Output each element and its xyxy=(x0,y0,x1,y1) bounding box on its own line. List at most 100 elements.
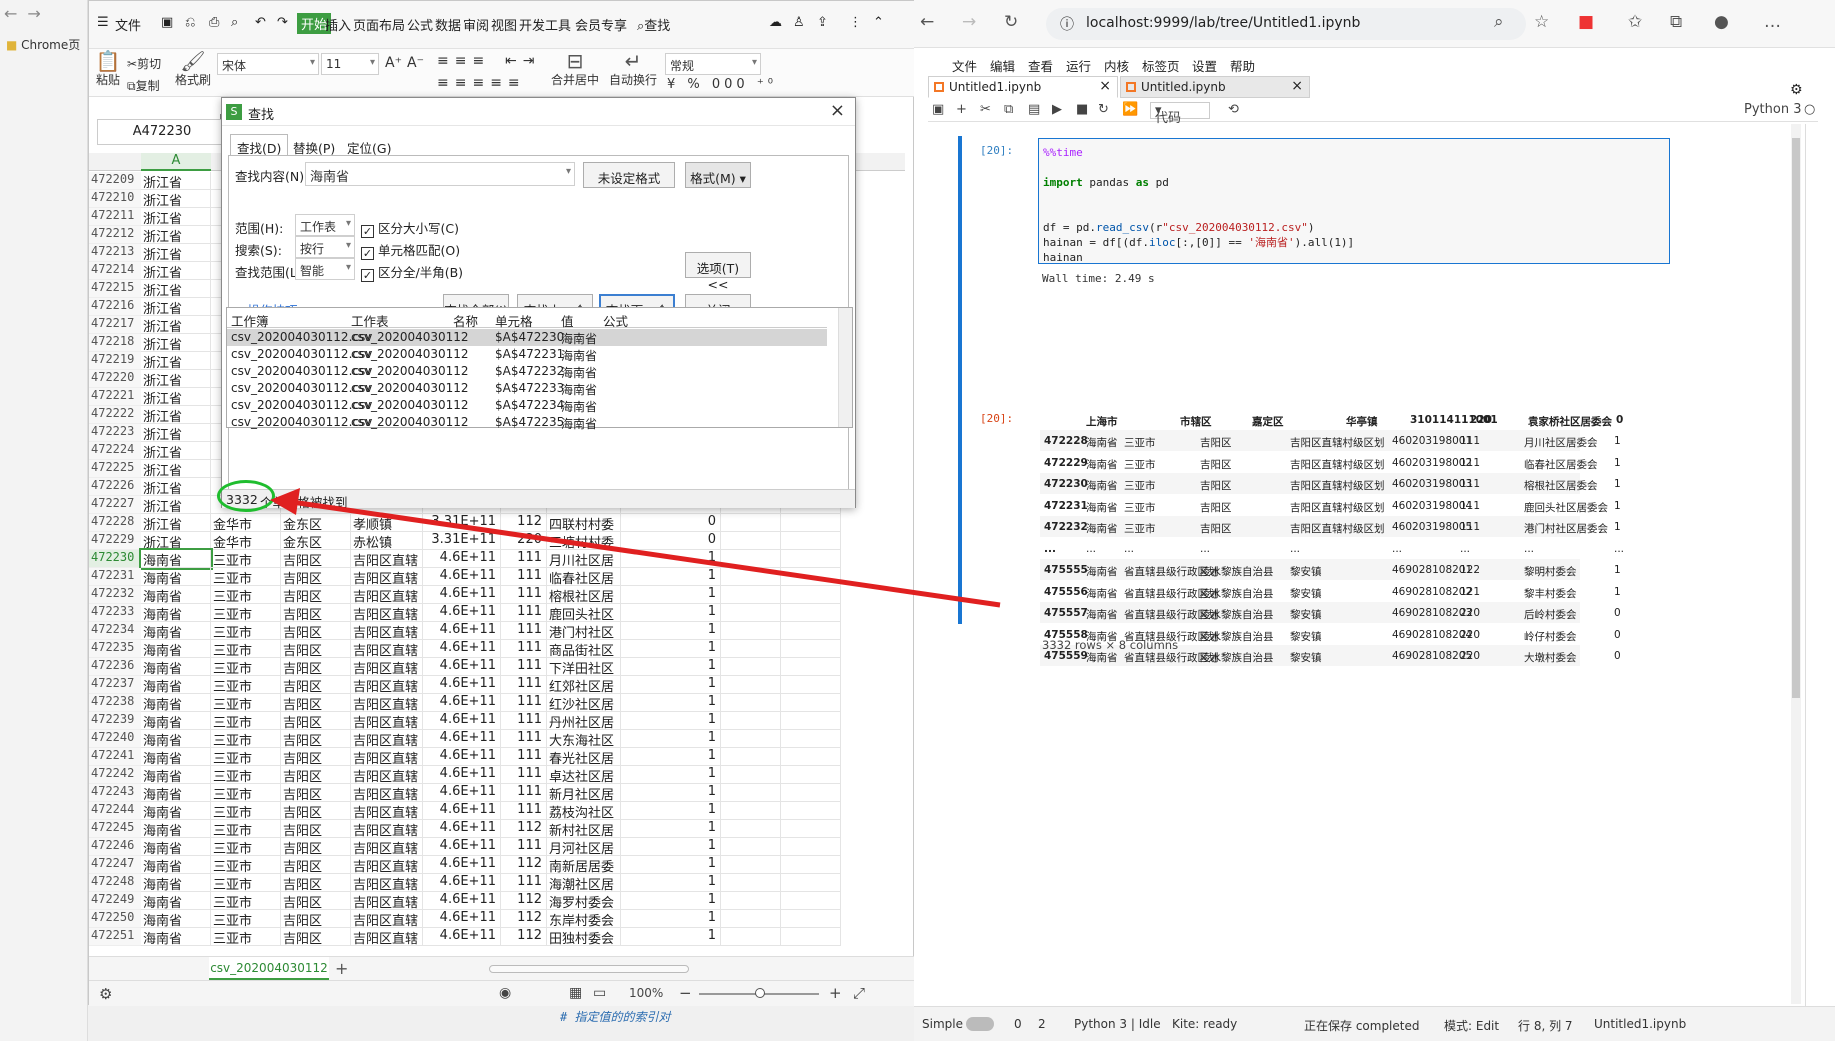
cell-c[interactable]: 吉阳区 xyxy=(281,928,351,946)
cell-f[interactable]: 111 xyxy=(501,550,547,568)
cell-d[interactable]: 吉阳区直辖 xyxy=(351,748,423,766)
cell-h[interactable]: 1 xyxy=(621,802,721,820)
cell-d[interactable]: 吉阳区直辖 xyxy=(351,910,423,928)
cell-j[interactable] xyxy=(781,532,841,550)
cell-a[interactable]: 浙江省 xyxy=(141,280,211,298)
cell-a[interactable]: 浙江省 xyxy=(141,496,211,514)
cell-d[interactable]: 吉阳区直辖 xyxy=(351,928,423,946)
cell-a[interactable]: 海南省 xyxy=(141,802,211,820)
cell-a[interactable]: 浙江省 xyxy=(141,298,211,316)
cell-a[interactable]: 海南省 xyxy=(141,784,211,802)
cell-b[interactable]: 三亚市 xyxy=(211,622,281,640)
cloud-icon[interactable]: ☁ xyxy=(769,15,782,30)
cell-i[interactable] xyxy=(721,586,781,604)
cell-b[interactable]: 三亚市 xyxy=(211,928,281,946)
cell-e[interactable]: 4.6E+11 xyxy=(423,622,501,640)
cell-b[interactable]: 三亚市 xyxy=(211,640,281,658)
cell-b[interactable]: 三亚市 xyxy=(211,604,281,622)
cell-b[interactable]: 三亚市 xyxy=(211,802,281,820)
cell-j[interactable] xyxy=(781,838,841,856)
row-number[interactable]: 472210 xyxy=(89,190,141,208)
cell-b[interactable]: 三亚市 xyxy=(211,586,281,604)
zoom-slider-thumb[interactable] xyxy=(755,988,765,998)
cell-g[interactable]: 商品街社区 xyxy=(547,640,621,658)
simple-mode-toggle[interactable] xyxy=(966,1017,994,1031)
cell-g[interactable]: 四联村村委 xyxy=(547,514,621,532)
tab-find[interactable]: 查找(D) xyxy=(230,134,289,156)
paste-button[interactable]: 📋 粘贴 xyxy=(91,49,125,88)
cell-e[interactable]: 4.6E+11 xyxy=(423,694,501,712)
cell-g[interactable]: 海潮社区居 xyxy=(547,874,621,892)
row-number[interactable]: 472239 xyxy=(89,712,141,730)
cell-e[interactable]: 4.6E+11 xyxy=(423,766,501,784)
jmenu-view[interactable]: 查看 xyxy=(1028,56,1053,75)
cell-e[interactable]: 4.6E+11 xyxy=(423,856,501,874)
zoom-icon[interactable]: ⌕ xyxy=(1494,12,1504,32)
cell-f[interactable]: 220 xyxy=(501,532,547,550)
cell-a[interactable]: 海南省 xyxy=(141,928,211,946)
cell-f[interactable]: 112 xyxy=(501,910,547,928)
cut-button[interactable]: ✂剪切 xyxy=(127,55,161,72)
cell-a[interactable]: 浙江省 xyxy=(141,514,211,532)
row-number[interactable]: 472229 xyxy=(89,532,141,550)
cell-d[interactable]: 吉阳区直辖 xyxy=(351,874,423,892)
cell-e[interactable]: 4.6E+11 xyxy=(423,910,501,928)
cell-j[interactable] xyxy=(781,820,841,838)
zoom-level[interactable]: 100% xyxy=(629,986,663,1000)
cell-a[interactable]: 海南省 xyxy=(141,676,211,694)
git-icon[interactable]: ⟲ xyxy=(1228,102,1239,117)
cell-e[interactable]: 4.6E+11 xyxy=(423,784,501,802)
cell-a[interactable]: 浙江省 xyxy=(141,334,211,352)
cell-c[interactable]: 吉阳区 xyxy=(281,910,351,928)
cell-c[interactable]: 吉阳区 xyxy=(281,856,351,874)
row-number[interactable]: 472232 xyxy=(89,586,141,604)
cell-a[interactable]: 浙江省 xyxy=(141,460,211,478)
cell-i[interactable] xyxy=(721,766,781,784)
cell-h[interactable]: 1 xyxy=(621,838,721,856)
row-number[interactable]: 472228 xyxy=(89,514,141,532)
jmenu-edit[interactable]: 编辑 xyxy=(990,56,1015,75)
cell-f[interactable]: 111 xyxy=(501,748,547,766)
cell-c[interactable]: 吉阳区 xyxy=(281,622,351,640)
cell-f[interactable]: 111 xyxy=(501,874,547,892)
cell-f[interactable]: 111 xyxy=(501,802,547,820)
cell-a[interactable]: 海南省 xyxy=(141,622,211,640)
cell-d[interactable]: 孝顺镇 xyxy=(351,514,423,532)
cell-j[interactable] xyxy=(781,856,841,874)
cell-h[interactable]: 1 xyxy=(621,604,721,622)
cell-f[interactable]: 112 xyxy=(501,856,547,874)
cell-f[interactable]: 112 xyxy=(501,820,547,838)
cell-a[interactable]: 海南省 xyxy=(141,766,211,784)
cell-c[interactable]: 吉阳区 xyxy=(281,658,351,676)
cell-a[interactable]: 海南省 xyxy=(141,658,211,676)
cell-a[interactable]: 浙江省 xyxy=(141,352,211,370)
row-number[interactable]: 472225 xyxy=(89,460,141,478)
kite-status[interactable]: Kite: ready xyxy=(1172,1017,1237,1031)
cell-f[interactable]: 111 xyxy=(501,730,547,748)
code-cell-editor[interactable]: %%time import pandas as pd df = pd.read_… xyxy=(1038,138,1670,264)
undo-history-icon[interactable]: ⎌ xyxy=(185,15,195,30)
cell-j[interactable] xyxy=(781,874,841,892)
row-number[interactable]: 472231 xyxy=(89,568,141,586)
back-forward-icons[interactable]: ←→ xyxy=(4,4,51,23)
cell-a[interactable]: 浙江省 xyxy=(141,478,211,496)
row-number[interactable]: 472217 xyxy=(89,316,141,334)
cell-c[interactable]: 吉阳区 xyxy=(281,568,351,586)
cell-i[interactable] xyxy=(721,802,781,820)
row-number[interactable]: 472216 xyxy=(89,298,141,316)
cell-a[interactable]: 海南省 xyxy=(141,748,211,766)
cell-f[interactable]: 112 xyxy=(501,514,547,532)
cell-j[interactable] xyxy=(781,712,841,730)
cell-h[interactable]: 1 xyxy=(621,622,721,640)
cell-e[interactable]: 4.6E+11 xyxy=(423,550,501,568)
cell-e[interactable]: 4.6E+11 xyxy=(423,802,501,820)
cell-e[interactable]: 4.6E+11 xyxy=(423,604,501,622)
cell-e[interactable]: 4.6E+11 xyxy=(423,640,501,658)
cell-c[interactable]: 吉阳区 xyxy=(281,712,351,730)
row-number[interactable]: 472224 xyxy=(89,442,141,460)
results-list[interactable]: 工作簿 工作表 名称 单元格 值 公式 csv_202004030112.csv… xyxy=(226,307,853,431)
options-button[interactable]: 选项(T) << xyxy=(685,252,751,292)
cell-h[interactable]: 1 xyxy=(621,658,721,676)
tab-replace[interactable]: 替换(P) xyxy=(286,134,342,156)
cell-c[interactable]: 吉阳区 xyxy=(281,730,351,748)
